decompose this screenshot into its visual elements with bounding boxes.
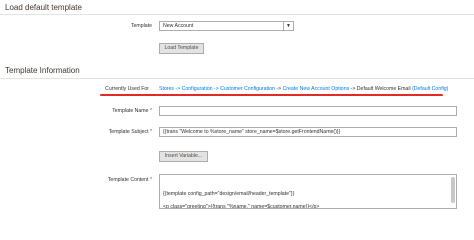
default-config-link[interactable]: (Default Config): [412, 86, 448, 92]
template-select[interactable]: New Account ▼: [159, 21, 294, 31]
load-default-template-heading: Load default template: [5, 3, 82, 12]
create-account-options-link[interactable]: Create New Account Options: [283, 86, 350, 92]
template-information-heading: Template Information: [5, 66, 80, 75]
template-name-input[interactable]: [159, 106, 457, 116]
template-content-textarea[interactable]: {{template config_path="design/email/hea…: [159, 174, 457, 209]
template-name-label: Template Name *: [112, 108, 152, 114]
divider: [0, 78, 474, 79]
template-content-label: Template Content *: [107, 177, 152, 183]
template-subject-label: Template Subject *: [108, 129, 152, 135]
configuration-link[interactable]: Stores -> Configuration -> Customer Conf…: [159, 86, 275, 92]
divider: [0, 14, 474, 15]
scrollbar[interactable]: [451, 177, 455, 203]
chevron-down-icon: ▼: [283, 22, 293, 30]
currently-used-for-path: Stores -> Configuration -> Customer Conf…: [159, 86, 449, 92]
template-label: Template: [130, 23, 152, 29]
template-content-line: {{template config_path="design/email/hea…: [163, 190, 295, 197]
template-content-line: [163, 197, 453, 204]
currently-used-for-label: Currently Used For: [105, 86, 149, 92]
load-template-button[interactable]: Load Template: [159, 43, 204, 54]
highlight-underline: [100, 94, 443, 96]
template-content-line: <p class="greeting">{{trans "%name," nam…: [163, 204, 320, 209]
insert-variable-button[interactable]: Insert Variable...: [159, 151, 208, 162]
template-subject-input[interactable]: {{trans "Welcome to %store_name" store_n…: [159, 127, 457, 137]
